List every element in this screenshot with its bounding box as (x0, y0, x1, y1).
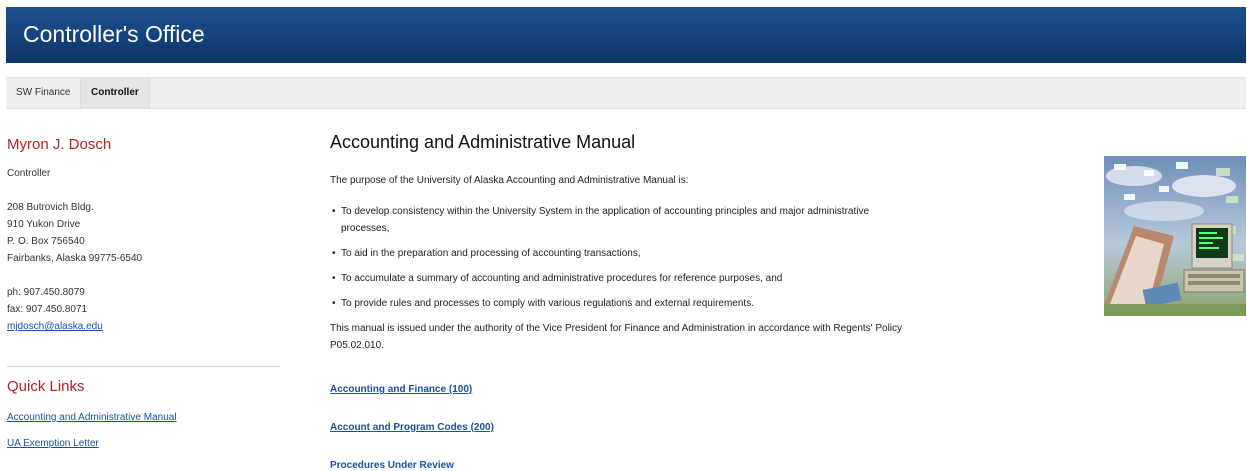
address-line: Fairbanks, Alaska 99775-6540 (7, 253, 143, 264)
list-item: • To accumulate a summary of accounting a… (332, 273, 783, 284)
accounting-collage-image (1104, 156, 1246, 316)
contact-phone: ph: 907.450.8079 (7, 287, 85, 298)
contact-fax: fax: 907.450.8071 (7, 304, 88, 315)
site-header: Controller's Office (6, 7, 1246, 63)
top-nav: SW Finance Controller (6, 77, 1246, 109)
link-accounting-finance[interactable]: Accounting and Finance (100) (330, 384, 910, 395)
link-account-program-codes[interactable]: Account and Program Codes (200) (330, 422, 910, 433)
list-item: • To provide rules and processes to compl… (332, 298, 754, 309)
address-line: 910 Yukon Drive (7, 219, 81, 230)
intro-text: The purpose of the University of Alaska … (330, 175, 689, 186)
quick-link-manual[interactable]: Accounting and Administrative Manual (7, 412, 280, 423)
sidebar-divider (7, 366, 280, 367)
contact-role: Controller (7, 168, 51, 179)
site-title[interactable]: Controller's Office (23, 21, 205, 48)
address-line: P. O. Box 756540 (7, 236, 85, 247)
contact-name: Myron J. Dosch (7, 136, 112, 153)
list-item: • To develop consistency within the Unive… (332, 206, 870, 234)
quick-link-exemption-letter[interactable]: UA Exemption Letter (7, 438, 280, 449)
nav-item-controller[interactable]: Controller (80, 78, 150, 108)
main-content: Accounting and Administrative Manual The… (330, 128, 910, 471)
link-procedures-under-review[interactable]: Procedures Under Review (330, 460, 910, 471)
authority-text: This manual is issued under the authorit… (330, 323, 903, 351)
sidebar: Myron J. Dosch Controller 208 Butrovich … (7, 128, 280, 464)
address-line: 208 Butrovich Bldg. (7, 202, 94, 213)
page-title: Accounting and Administrative Manual (330, 132, 636, 152)
quick-links-heading: Quick Links (7, 378, 85, 395)
list-item: • To aid in the preparation and processin… (332, 248, 641, 259)
purpose-list: • To develop consistency within the Unive… (330, 203, 910, 312)
nav-item-sw-finance[interactable]: SW Finance (6, 78, 80, 108)
contact-email-link[interactable]: mjdosch@alaska.edu (7, 318, 280, 335)
